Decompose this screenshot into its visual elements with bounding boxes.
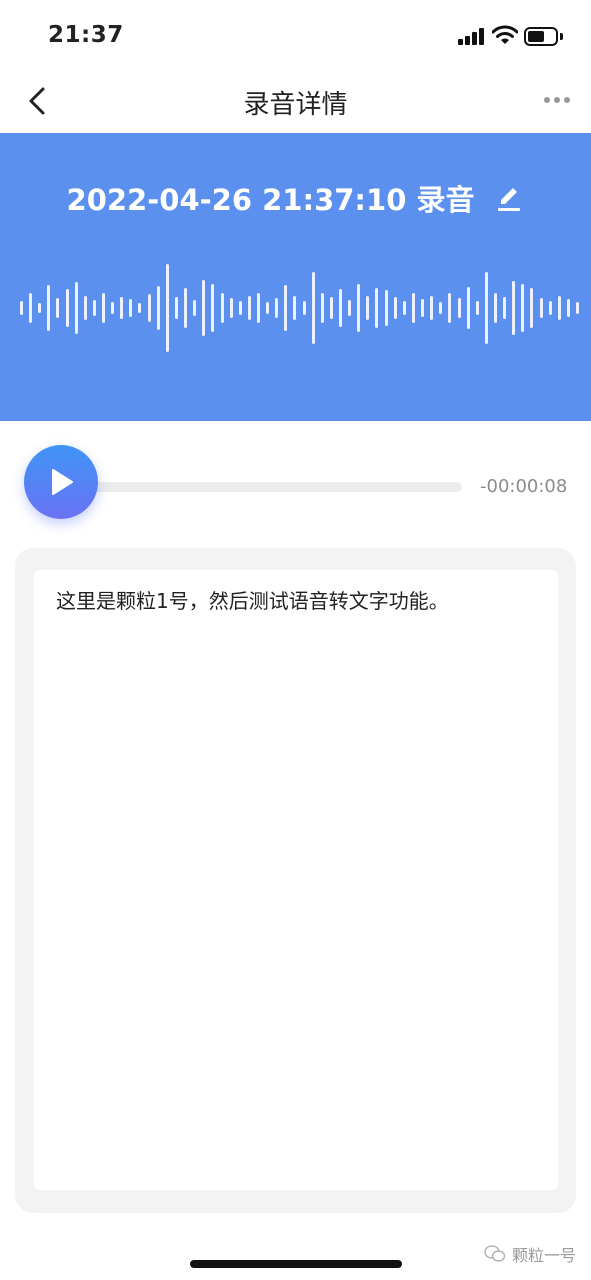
waveform-bar: [366, 296, 369, 320]
recording-title-row: 2022-04-26 21:37:10 录音: [0, 177, 591, 217]
wechat-icon: [484, 1245, 506, 1262]
waveform-bar: [476, 301, 479, 315]
waveform-bar: [448, 293, 451, 323]
nav-bar: 录音详情: [0, 70, 591, 132]
waveform-bar: [84, 296, 87, 320]
waveform-bar: [38, 303, 41, 313]
waveform-bar: [494, 293, 497, 323]
waveform-bar: [567, 299, 570, 317]
waveform-bar: [503, 297, 506, 319]
waveform-bar: [102, 293, 105, 323]
waveform-bar: [20, 301, 23, 315]
waveform-bar: [403, 301, 406, 315]
more-dots-icon: [544, 97, 570, 103]
waveform-bar: [75, 282, 78, 334]
waveform-bar: [312, 272, 315, 344]
status-time: 21:37: [48, 22, 124, 48]
waveform-bar: [211, 284, 214, 332]
waveform-bar: [93, 300, 96, 316]
waveform-bar: [166, 264, 169, 352]
audio-player: -00:00:08: [0, 440, 591, 530]
waveform-bar: [175, 297, 178, 319]
audio-waveform: [0, 263, 591, 353]
waveform-bar: [540, 298, 543, 318]
waveform-bar: [257, 293, 260, 323]
battery-icon: [524, 27, 558, 46]
waveform-bar: [375, 288, 378, 328]
waveform-bar: [129, 299, 132, 317]
edit-pencil-icon: [498, 188, 521, 211]
waveform-bar: [56, 298, 59, 318]
recording-title: 2022-04-26 21:37:10 录音: [66, 183, 475, 217]
status-bar: 21:37: [0, 0, 591, 70]
waveform-bar: [184, 288, 187, 328]
waveform-bar: [385, 290, 388, 326]
waveform-bar: [558, 296, 561, 320]
edit-title-button[interactable]: [494, 183, 524, 213]
waveform-bar: [321, 293, 324, 323]
waveform-bar: [293, 296, 296, 320]
waveform-bar: [530, 288, 533, 328]
waveform-bar: [439, 302, 442, 314]
waveform-bar: [275, 298, 278, 318]
waveform-bar: [485, 272, 488, 344]
more-button[interactable]: [540, 88, 574, 112]
waveform-bar: [458, 298, 461, 318]
waveform-bar: [66, 289, 69, 327]
waveform-bar: [202, 280, 205, 336]
watermark: 颗粒一号: [484, 1242, 576, 1266]
waveform-bar: [221, 293, 224, 323]
waveform-bar: [348, 300, 351, 316]
waveform-bar: [47, 285, 50, 331]
waveform-bar: [330, 297, 333, 319]
waveform-bar: [157, 286, 160, 330]
battery-cap: [560, 33, 563, 40]
play-button[interactable]: [24, 445, 98, 519]
transcript-text: 这里是颗粒1号，然后测试语音转文字功能。: [56, 589, 449, 613]
signal-icon: [458, 27, 486, 45]
waveform-bar: [284, 285, 287, 331]
waveform-bar: [512, 281, 515, 335]
waveform-bar: [357, 284, 360, 332]
waveform-bar: [111, 302, 114, 314]
watermark-text: 颗粒一号: [512, 1246, 577, 1265]
transcript-card: 这里是颗粒1号，然后测试语音转文字功能。: [15, 548, 576, 1213]
waveform-bar: [303, 301, 306, 315]
time-remaining: -00:00:08: [480, 476, 568, 497]
waveform-bar: [576, 302, 579, 314]
play-icon: [52, 469, 73, 495]
waveform-bar: [230, 298, 233, 318]
waveform-bar: [193, 300, 196, 316]
waveform-bar: [138, 303, 141, 313]
waveform-bar: [248, 296, 251, 320]
waveform-bar: [467, 287, 470, 329]
waveform-bar: [394, 297, 397, 319]
waveform-bar: [339, 289, 342, 327]
waveform-bar: [239, 301, 242, 315]
waveform-bar: [266, 302, 269, 314]
recording-header: 2022-04-26 21:37:10 录音: [0, 133, 591, 421]
waveform-bar: [120, 297, 123, 319]
transcript-area[interactable]: 这里是颗粒1号，然后测试语音转文字功能。: [34, 570, 558, 1190]
waveform-bar: [148, 294, 151, 322]
waveform-bar: [421, 299, 424, 317]
wifi-icon: [492, 25, 518, 44]
waveform-bar: [29, 293, 32, 323]
waveform-bar: [430, 296, 433, 320]
progress-track[interactable]: [90, 482, 462, 492]
home-indicator[interactable]: [190, 1260, 402, 1268]
waveform-bar: [521, 284, 524, 332]
waveform-bar: [549, 301, 552, 315]
page-title: 录音详情: [243, 90, 348, 120]
waveform-bar: [412, 293, 415, 323]
